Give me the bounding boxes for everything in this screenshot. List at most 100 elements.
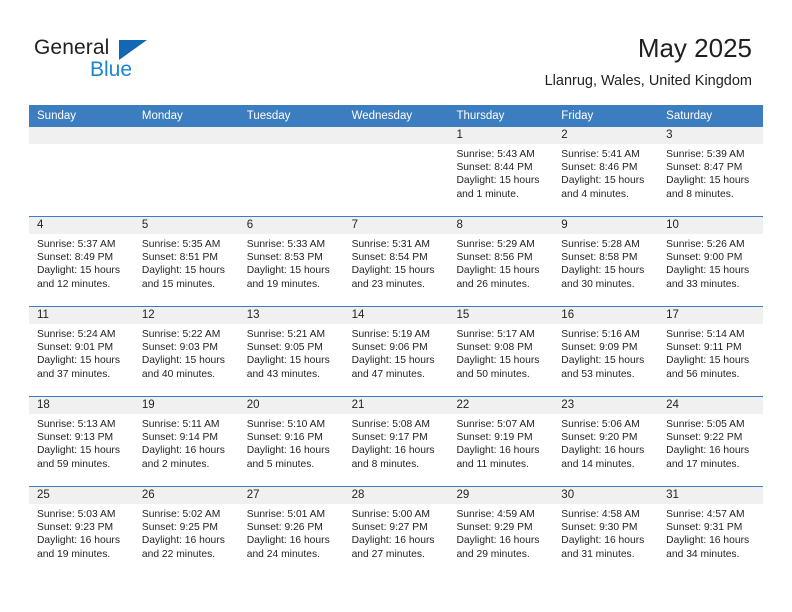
day-cell[interactable]: 13 Sunrise: 5:21 AM Sunset: 9:05 PM Dayligh… [238, 307, 344, 396]
sunrise-text: Sunrise: 5:11 AM [141, 419, 220, 430]
day-cell[interactable]: 4 Sunrise: 5:37 AM Sunset: 8:49 PM Daylight… [29, 217, 134, 306]
day-cell[interactable]: 23 Sunrise: 5:06 AM Sunset: 9:20 PM Dayligh… [553, 397, 659, 486]
sunrise-text: Sunrise: 5:13 AM [37, 419, 116, 430]
day-number: 2 [553, 127, 659, 144]
day-number: 30 [553, 487, 659, 504]
daylight-text-line1: Daylight: 16 hours [37, 535, 120, 547]
day-cell[interactable]: 1 Sunrise: 5:43 AM Sunset: 8:44 PM Daylight… [448, 127, 554, 216]
daylight-text-line1: Daylight: 16 hours [246, 445, 330, 457]
daylight-text-line1: Daylight: 15 hours [246, 265, 330, 277]
calendar-grid: Sunday Monday Tuesday Wednesday Thursday Frid… [29, 105, 764, 576]
day-cell[interactable]: 30 Sunrise: 4:58 AM Sunset: 9:30 PM Dayligh… [553, 487, 659, 576]
daylight-text-line2: and 8 minutes. [666, 188, 734, 200]
day-details: Sunrise: 5:02 AM Sunset: 9:25 PM Daylight:… [134, 504, 239, 561]
day-cell[interactable]: 18 Sunrise: 5:13 AM Sunset: 9:13 PM Dayligh… [29, 397, 134, 486]
day-cell[interactable]: 15 Sunrise: 5:17 AM Sunset: 9:08 PM Dayligh… [448, 307, 554, 396]
sunrise-text: Sunrise: 5:28 AM [561, 239, 640, 250]
day-cell[interactable]: 25 Sunrise: 5:03 AM Sunset: 9:23 PM Dayligh… [29, 487, 134, 576]
day-cell[interactable]: 9 Sunrise: 5:28 AM Sunset: 8:58 PM Daylight… [553, 217, 659, 306]
day-number: 20 [238, 397, 344, 414]
day-cell[interactable]: 31 Sunrise: 4:57 AM Sunset: 9:31 PM Dayligh… [658, 487, 764, 576]
day-cell[interactable]: 3 Sunrise: 5:39 AM Sunset: 8:47 PM Daylight… [658, 127, 764, 216]
sunrise-text: Sunrise: 5:07 AM [456, 419, 535, 430]
day-cell[interactable]: 21 Sunrise: 5:08 AM Sunset: 9:17 PM Dayligh… [343, 397, 449, 486]
day-details: Sunrise: 5:33 AM Sunset: 8:53 PM Daylight:… [239, 234, 344, 291]
daylight-text-line1: Daylight: 15 hours [666, 175, 750, 187]
day-cell[interactable]: 19 Sunrise: 5:11 AM Sunset: 9:14 PM Dayligh… [133, 397, 239, 486]
day-number: 1 [448, 127, 554, 144]
daylight-text-line1: Daylight: 15 hours [561, 355, 645, 367]
weekday-header-sunday: Sunday [37, 110, 77, 122]
daylight-text-line1: Daylight: 16 hours [351, 445, 435, 457]
day-number: 24 [658, 397, 764, 414]
day-number: 21 [343, 397, 449, 414]
sunrise-text: Sunrise: 5:22 AM [141, 329, 221, 340]
sunrise-text: Sunrise: 5:10 AM [246, 419, 326, 430]
day-details: Sunrise: 5:05 AM Sunset: 9:22 PM Daylight:… [658, 414, 763, 471]
daylight-text-line2: and 40 minutes. [141, 368, 216, 380]
day-number: 19 [133, 397, 239, 414]
day-cell[interactable]: 24 Sunrise: 5:05 AM Sunset: 9:22 PM Dayligh… [658, 397, 764, 486]
day-details: Sunrise: 5:35 AM Sunset: 8:51 PM Daylight:… [134, 234, 239, 291]
day-details: Sunrise: 5:43 AM Sunset: 8:44 PM Daylight:… [448, 144, 553, 201]
day-cell[interactable]: 22 Sunrise: 5:07 AM Sunset: 9:19 PM Dayligh… [448, 397, 554, 486]
daylight-text-line2: and 8 minutes. [351, 458, 420, 470]
day-cell[interactable]: 8 Sunrise: 5:29 AM Sunset: 8:56 PM Daylight… [448, 217, 554, 306]
daylight-text-line2: and 11 minutes. [456, 458, 529, 470]
day-cell[interactable]: 6 Sunrise: 5:33 AM Sunset: 8:53 PM Daylight… [238, 217, 344, 306]
day-cell[interactable]: 26 Sunrise: 5:02 AM Sunset: 9:25 PM Dayligh… [133, 487, 239, 576]
day-number: 10 [658, 217, 764, 234]
day-details: Sunrise: 5:01 AM Sunset: 9:26 PM Daylight:… [239, 504, 344, 561]
daylight-text-line2: and 47 minutes. [351, 368, 425, 380]
daylight-text-line1: Daylight: 16 hours [666, 445, 750, 457]
sunrise-text: Sunrise: 5:41 AM [561, 149, 640, 160]
day-number: 31 [658, 487, 764, 504]
daylight-text-line2: and 14 minutes. [561, 458, 635, 470]
sunset-text: Sunset: 8:51 PM [141, 252, 218, 264]
day-number: 17 [658, 307, 764, 324]
sunset-text: Sunset: 9:31 PM [666, 522, 743, 534]
sunset-text: Sunset: 9:00 PM [666, 252, 743, 264]
sunrise-text: Sunrise: 5:05 AM [666, 419, 745, 430]
weekday-header-thursday: Thursday [456, 110, 505, 122]
day-cell[interactable]: 5 Sunrise: 5:35 AM Sunset: 8:51 PM Daylight… [133, 217, 239, 306]
day-cell[interactable]: 7 Sunrise: 5:31 AM Sunset: 8:54 PM Daylight… [343, 217, 449, 306]
weekday-header-row: Sunday Monday Tuesday Wednesday Thursday Frid… [29, 105, 763, 127]
daylight-text-line1: Daylight: 15 hours [666, 265, 750, 277]
day-details: Sunrise: 5:11 AM Sunset: 9:14 PM Daylight:… [134, 414, 239, 471]
brand-logo[interactable]: General Blue [34, 36, 164, 88]
brand-name-general: General [34, 36, 110, 59]
day-details: Sunrise: 5:28 AM Sunset: 8:58 PM Daylight:… [553, 234, 658, 291]
day-cell[interactable]: 11 Sunrise: 5:24 AM Sunset: 9:01 PM Dayligh… [29, 307, 134, 396]
daylight-text-line2: and 12 minutes. [37, 278, 111, 290]
day-details: Sunrise: 5:06 AM Sunset: 9:20 PM Daylight:… [553, 414, 658, 471]
day-cell[interactable]: 29 Sunrise: 4:59 AM Sunset: 9:29 PM Dayligh… [448, 487, 554, 576]
day-number: 5 [133, 217, 239, 234]
sunset-text: Sunset: 8:58 PM [561, 252, 638, 264]
day-details: Sunrise: 4:57 AM Sunset: 9:31 PM Daylight:… [658, 504, 763, 561]
sunset-text: Sunset: 9:03 PM [141, 342, 218, 354]
day-cell[interactable]: 12 Sunrise: 5:22 AM Sunset: 9:03 PM Dayligh… [133, 307, 239, 396]
day-number: 25 [29, 487, 134, 504]
sunset-text: Sunset: 8:54 PM [351, 252, 428, 264]
day-cell[interactable]: 16 Sunrise: 5:16 AM Sunset: 9:09 PM Dayligh… [553, 307, 659, 396]
day-cell[interactable]: 10 Sunrise: 5:26 AM Sunset: 9:00 PM Dayligh… [658, 217, 764, 306]
daylight-text-line2: and 1 minute. [456, 188, 519, 200]
daylight-text-line2: and 19 minutes. [246, 278, 320, 290]
daylight-text-line1: Daylight: 15 hours [37, 265, 120, 277]
day-cell[interactable]: 28 Sunrise: 5:00 AM Sunset: 9:27 PM Dayligh… [343, 487, 449, 576]
calendar-weeks: 1 Sunrise: 5:43 AM Sunset: 8:44 PM Daylight… [29, 127, 764, 576]
day-cell[interactable]: 14 Sunrise: 5:19 AM Sunset: 9:06 PM Dayligh… [343, 307, 449, 396]
day-cell[interactable]: 2 Sunrise: 5:41 AM Sunset: 8:46 PM Daylight… [553, 127, 659, 216]
day-cell[interactable]: 17 Sunrise: 5:14 AM Sunset: 9:11 PM Dayligh… [658, 307, 764, 396]
day-details: Sunrise: 5:17 AM Sunset: 9:08 PM Daylight:… [448, 324, 553, 381]
day-cell[interactable]: 27 Sunrise: 5:01 AM Sunset: 9:26 PM Dayligh… [238, 487, 344, 576]
weekday-header-tuesday: Tuesday [246, 110, 291, 122]
sunrise-text: Sunrise: 5:19 AM [351, 329, 430, 340]
sunset-text: Sunset: 9:08 PM [456, 342, 533, 354]
calendar-page: General Blue May 2025 Llanrug, Wales, Un… [0, 0, 792, 612]
day-details: Sunrise: 4:59 AM Sunset: 9:29 PM Daylight:… [448, 504, 553, 561]
day-number [343, 127, 449, 144]
day-cell[interactable]: 20 Sunrise: 5:10 AM Sunset: 9:16 PM Dayligh… [238, 397, 344, 486]
title-block: May 2025 Llanrug, Wales, United Kingdom [545, 32, 752, 90]
